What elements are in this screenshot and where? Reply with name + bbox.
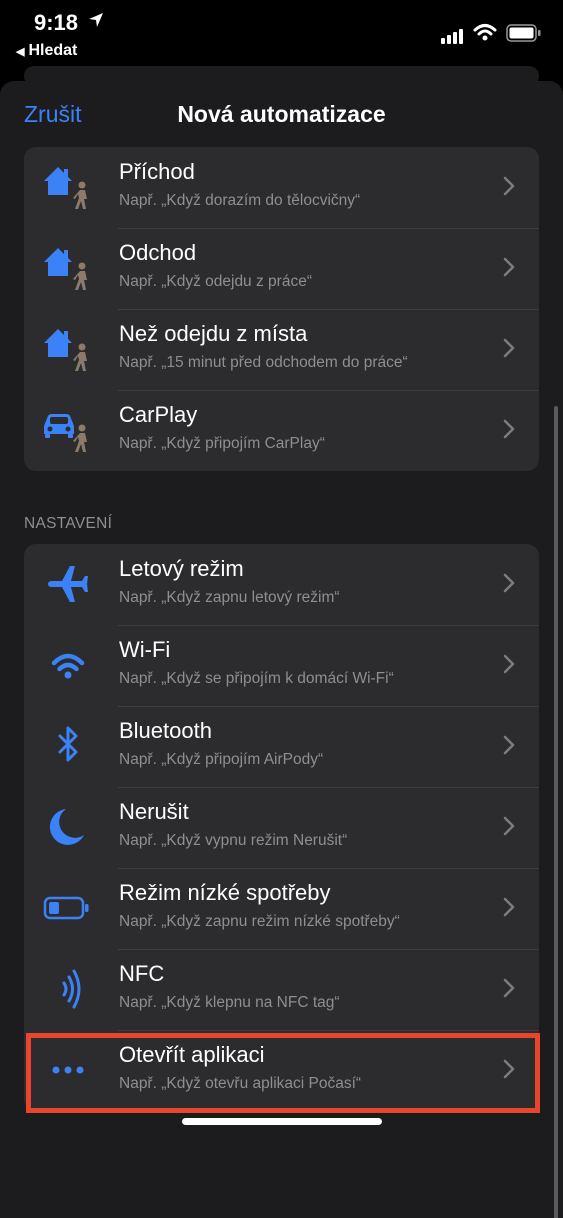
trigger-subtitle: Např. „Když zapnu režim nízké spotřeby“ bbox=[119, 913, 400, 930]
trigger-subtitle: Např. „Když klepnu na NFC tag“ bbox=[119, 994, 340, 1011]
chevron-right-icon bbox=[503, 654, 515, 679]
wifi-status-icon bbox=[473, 24, 497, 41]
modal-sheet: Zrušit Nová automatizace Příchod Např. „… bbox=[0, 81, 563, 1218]
trigger-row-bluetooth[interactable]: Bluetooth Např. „Když připojím AirPody“ bbox=[24, 706, 539, 787]
cellular-signal-icon bbox=[441, 29, 463, 44]
trigger-row-nerusit[interactable]: Nerušit Např. „Když vypnu režim Nerušit“ bbox=[24, 787, 539, 868]
house-person-icon bbox=[40, 323, 96, 375]
chevron-right-icon bbox=[503, 573, 515, 598]
trigger-row-wi-fi[interactable]: Wi-Fi Např. „Když se připojím k domácí W… bbox=[24, 625, 539, 706]
page-title: Nová automatizace bbox=[177, 101, 386, 127]
trigger-title: NFC bbox=[119, 961, 165, 986]
chevron-right-icon bbox=[503, 816, 515, 841]
trigger-title: CarPlay bbox=[119, 402, 198, 427]
chevron-right-icon bbox=[503, 978, 515, 1003]
trigger-subtitle: Např. „Když odejdu z práce“ bbox=[119, 273, 312, 290]
trigger-title: Než odejdu z místa bbox=[119, 321, 308, 346]
chevron-right-icon bbox=[503, 338, 515, 363]
trigger-title: Nerušit bbox=[119, 799, 189, 824]
section-header-settings: NASTAVENÍ bbox=[24, 515, 113, 532]
trigger-title: Režim nízké spotřeby bbox=[119, 880, 331, 905]
location-arrow-icon bbox=[89, 13, 103, 27]
trigger-row-letovy-rezim[interactable]: Letový režim Např. „Když zapnu letový re… bbox=[24, 544, 539, 625]
battery-status-icon bbox=[506, 24, 541, 42]
trigger-subtitle: Např. „Když se připojím k domácí Wi-Fi“ bbox=[119, 670, 394, 687]
trigger-row-rezim-nizke-spotreby[interactable]: Režim nízké spotřeby Např. „Když zapnu r… bbox=[24, 868, 539, 949]
back-label: Hledat bbox=[28, 42, 78, 59]
trigger-subtitle: Např. „Když připojím AirPody“ bbox=[119, 751, 324, 768]
trigger-subtitle: Např. „Když zapnu letový režim“ bbox=[119, 589, 340, 606]
nav-bar: Zrušit Nová automatizace bbox=[0, 81, 563, 147]
status-bar: 9:18 ◀ Hledat bbox=[0, 0, 563, 66]
trigger-title: Odchod bbox=[119, 240, 197, 265]
trigger-row-prichod[interactable]: Příchod Např. „Když dorazím do tělocvičn… bbox=[24, 147, 539, 228]
airplane-icon bbox=[40, 558, 96, 610]
nfc-icon bbox=[40, 963, 96, 1015]
home-indicator bbox=[182, 1118, 382, 1125]
trigger-title: Letový režim bbox=[119, 556, 244, 581]
settings-triggers-list: Letový režim Např. „Když zapnu letový re… bbox=[24, 544, 539, 1111]
chevron-right-icon bbox=[503, 897, 515, 922]
trigger-title: Bluetooth bbox=[119, 718, 212, 743]
location-triggers-list: Příchod Např. „Když dorazím do tělocvičn… bbox=[24, 147, 539, 471]
trigger-subtitle: Např. „Když připojím CarPlay“ bbox=[119, 435, 325, 452]
battery-icon bbox=[40, 882, 96, 934]
car-person-icon bbox=[40, 404, 96, 456]
trigger-title: Příchod bbox=[119, 159, 195, 184]
back-to-app-link[interactable]: ◀ Hledat bbox=[16, 42, 77, 60]
trigger-subtitle: Např. „Když vypnu režim Nerušit“ bbox=[119, 832, 348, 849]
trigger-row-odchod[interactable]: Odchod Např. „Když odejdu z práce“ bbox=[24, 228, 539, 309]
trigger-row-nez-odejdu-z-mista[interactable]: Než odejdu z místa Např. „15 minut před … bbox=[24, 309, 539, 390]
trigger-subtitle: Např. „15 minut před odchodem do práce“ bbox=[119, 354, 408, 371]
trigger-title: Wi-Fi bbox=[119, 637, 171, 662]
trigger-row-carplay[interactable]: CarPlay Např. „Když připojím CarPlay“ bbox=[24, 390, 539, 471]
house-person-icon bbox=[40, 161, 96, 213]
back-triangle-icon: ◀ bbox=[16, 46, 25, 58]
chevron-right-icon bbox=[503, 176, 515, 201]
moon-icon bbox=[40, 801, 96, 853]
bluetooth-icon bbox=[40, 720, 96, 772]
status-time: 9:18 bbox=[34, 10, 79, 35]
chevron-right-icon bbox=[503, 257, 515, 282]
wifi-icon bbox=[40, 639, 96, 691]
scrollbar[interactable] bbox=[554, 406, 558, 1218]
chevron-right-icon bbox=[503, 735, 515, 760]
chevron-right-icon bbox=[503, 419, 515, 444]
house-person-icon bbox=[40, 242, 96, 294]
trigger-subtitle: Např. „Když dorazím do tělocvičny“ bbox=[119, 192, 361, 209]
highlight-box bbox=[26, 1033, 540, 1113]
trigger-row-nfc[interactable]: NFC Např. „Když klepnu na NFC tag“ bbox=[24, 949, 539, 1030]
